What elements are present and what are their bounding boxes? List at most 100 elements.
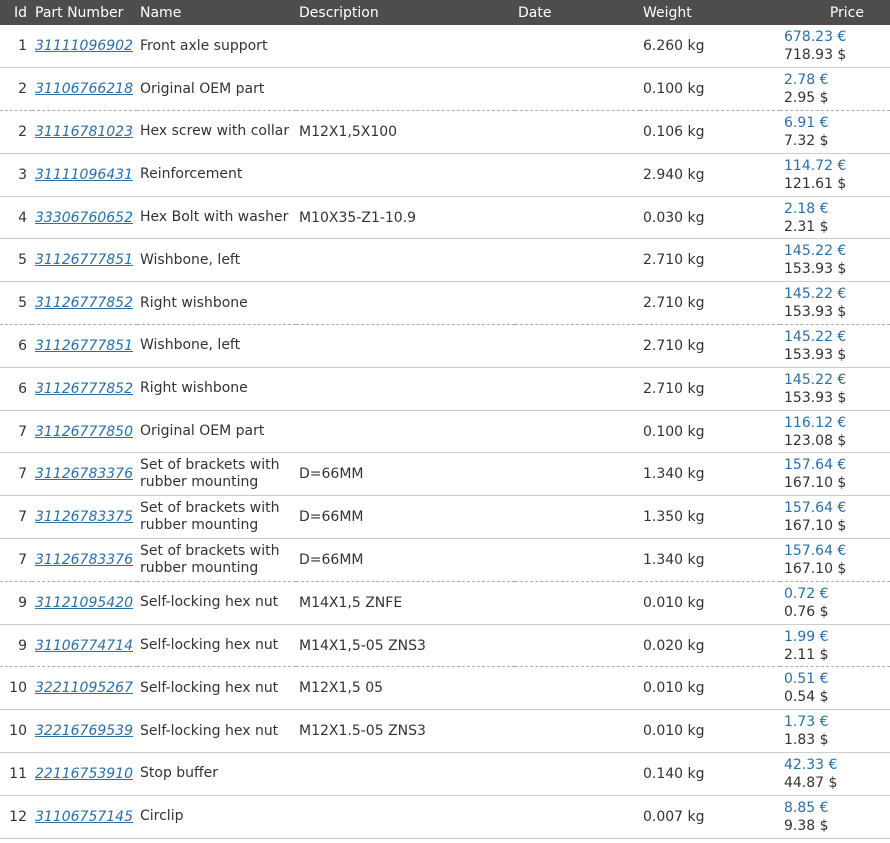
price-eur: 145.22 € [784,371,847,388]
price-eur: 145.22 € [784,328,847,345]
price-usd: 7.32 $ [784,132,829,149]
part-date [515,453,640,496]
part-weight: 1.340 kg [643,466,705,483]
part-date [515,496,640,539]
column-header-name[interactable]: Name [137,0,296,25]
price-cell: 157.64 €167.10 $ [780,496,890,539]
part-description [296,795,515,838]
row-id: 2 [18,81,27,98]
part-number-link[interactable]: 31116781023 [35,124,133,140]
part-number-link[interactable]: 31126777850 [35,424,133,440]
part-date [515,282,640,325]
part-number-link[interactable]: 31121095420 [35,595,133,611]
part-name: Self-locking hex nut [140,594,279,611]
part-number-cell: 31121095420 [32,581,137,624]
part-number-link[interactable]: 31106774714 [35,638,133,654]
column-header-part-number[interactable]: Part Number [32,0,137,25]
part-number-link[interactable]: 22116753910 [35,766,133,782]
part-number-link[interactable]: 31126783376 [35,466,133,482]
price-cell: 116.12 €123.08 $ [780,410,890,453]
column-header-description[interactable]: Description [296,0,515,25]
table-body: 1 31111096902 Front axle support 6.260 kg 67… [0,25,890,839]
part-date [515,710,640,753]
row-id: 4 [18,209,27,226]
column-header-id[interactable]: Id [0,0,32,25]
table-row: 3 31111096431 Reinforcement 2.940 kg 114.72 … [0,153,890,197]
row-id: 7 [18,423,27,440]
price-eur: 114.72 € [784,157,847,174]
part-number-link[interactable]: 31106757145 [35,809,133,825]
part-number-link[interactable]: 31126777852 [35,295,133,311]
table-row: 7 31126783376 Set of brackets with rubber … [0,453,890,496]
column-header-price[interactable]: Price [780,0,890,25]
row-id: 10 [9,723,27,740]
part-date [515,753,640,796]
part-weight: 2.710 kg [643,295,705,312]
row-id: 7 [18,509,27,526]
table-row: 9 31106774714 Self-locking hex nut M14X1,5-… [0,624,890,667]
price-cell: 8.85 €9.38 $ [780,795,890,838]
price-eur: 145.22 € [784,243,847,260]
part-number-link[interactable]: 32216769539 [35,723,133,739]
price-eur: 2.78 € [784,72,829,89]
price-usd: 153.93 $ [784,304,847,321]
price-cell: 0.51 €0.54 $ [780,667,890,710]
part-weight: 2.940 kg [643,166,705,183]
table-row: 6 31126777852 Right wishbone 2.710 kg 145.22… [0,367,890,411]
part-date [515,795,640,838]
part-number-cell: 31126783376 [32,453,137,496]
part-weight: 0.100 kg [643,423,705,440]
price-eur: 1.99 € [784,628,829,645]
price-eur: 1.73 € [784,714,829,731]
part-weight: 6.260 kg [643,38,705,55]
part-description [296,153,515,196]
part-number-link[interactable]: 32211095267 [35,680,133,696]
part-date [515,239,640,282]
part-name: Self-locking hex nut [140,722,279,739]
price-cell: 157.64 €167.10 $ [780,539,890,582]
part-date [515,153,640,196]
column-header-date[interactable]: Date [515,0,640,25]
part-number-link[interactable]: 31126777851 [35,338,133,354]
part-description [296,239,515,282]
part-name: Circlip [140,808,184,825]
part-number-link[interactable]: 31111096431 [35,167,133,183]
part-name: Original OEM part [140,80,265,97]
part-weight: 0.100 kg [643,81,705,98]
part-description [296,753,515,796]
part-number-cell: 31106774714 [32,624,137,667]
part-name: Wishbone, left [140,337,241,354]
table-row: 7 31126783375 Set of brackets with rubber … [0,496,890,539]
row-id: 2 [18,123,27,140]
price-usd: 153.93 $ [784,261,847,278]
part-name: Wishbone, left [140,251,241,268]
part-weight: 0.010 kg [643,723,705,740]
part-number-link[interactable]: 31126777852 [35,381,133,397]
price-usd: 9.38 $ [784,817,829,834]
price-cell: 145.22 €153.93 $ [780,367,890,410]
table-row: 2 31106766218 Original OEM part 0.100 kg 2.7… [0,68,890,111]
part-date [515,325,640,368]
part-number-link[interactable]: 31126777851 [35,252,133,268]
price-cell: 2.18 €2.31 $ [780,196,890,239]
part-number-link[interactable]: 31126783376 [35,552,133,568]
table-row: 5 31126777851 Wishbone, left 2.710 kg 145.22… [0,239,890,282]
part-number-link[interactable]: 33306760652 [35,210,133,226]
price-cell: 145.22 €153.93 $ [780,325,890,368]
price-usd: 0.54 $ [784,689,829,706]
part-number-link[interactable]: 31126783375 [35,509,133,525]
part-number-link[interactable]: 31106766218 [35,81,133,97]
part-description: M14X1,5 ZNFE [299,594,403,611]
column-header-weight[interactable]: Weight [640,0,780,25]
parts-table: Id Part Number Name Description Date Wei… [0,0,890,839]
part-number-link[interactable]: 31111096902 [35,38,133,54]
price-eur: 6.91 € [784,114,829,131]
part-weight: 2.710 kg [643,380,705,397]
price-eur: 678.23 € [784,29,847,46]
table-row: 12 31106757145 Circlip 0.007 kg 8.85 €9.38 $ [0,795,890,839]
price-eur: 157.64 € [784,542,847,559]
part-description: M12X1.5-05 ZNS3 [299,723,426,740]
row-id: 6 [18,337,27,354]
price-cell: 145.22 €153.93 $ [780,239,890,282]
part-description: M12X1,5X100 [299,123,398,140]
